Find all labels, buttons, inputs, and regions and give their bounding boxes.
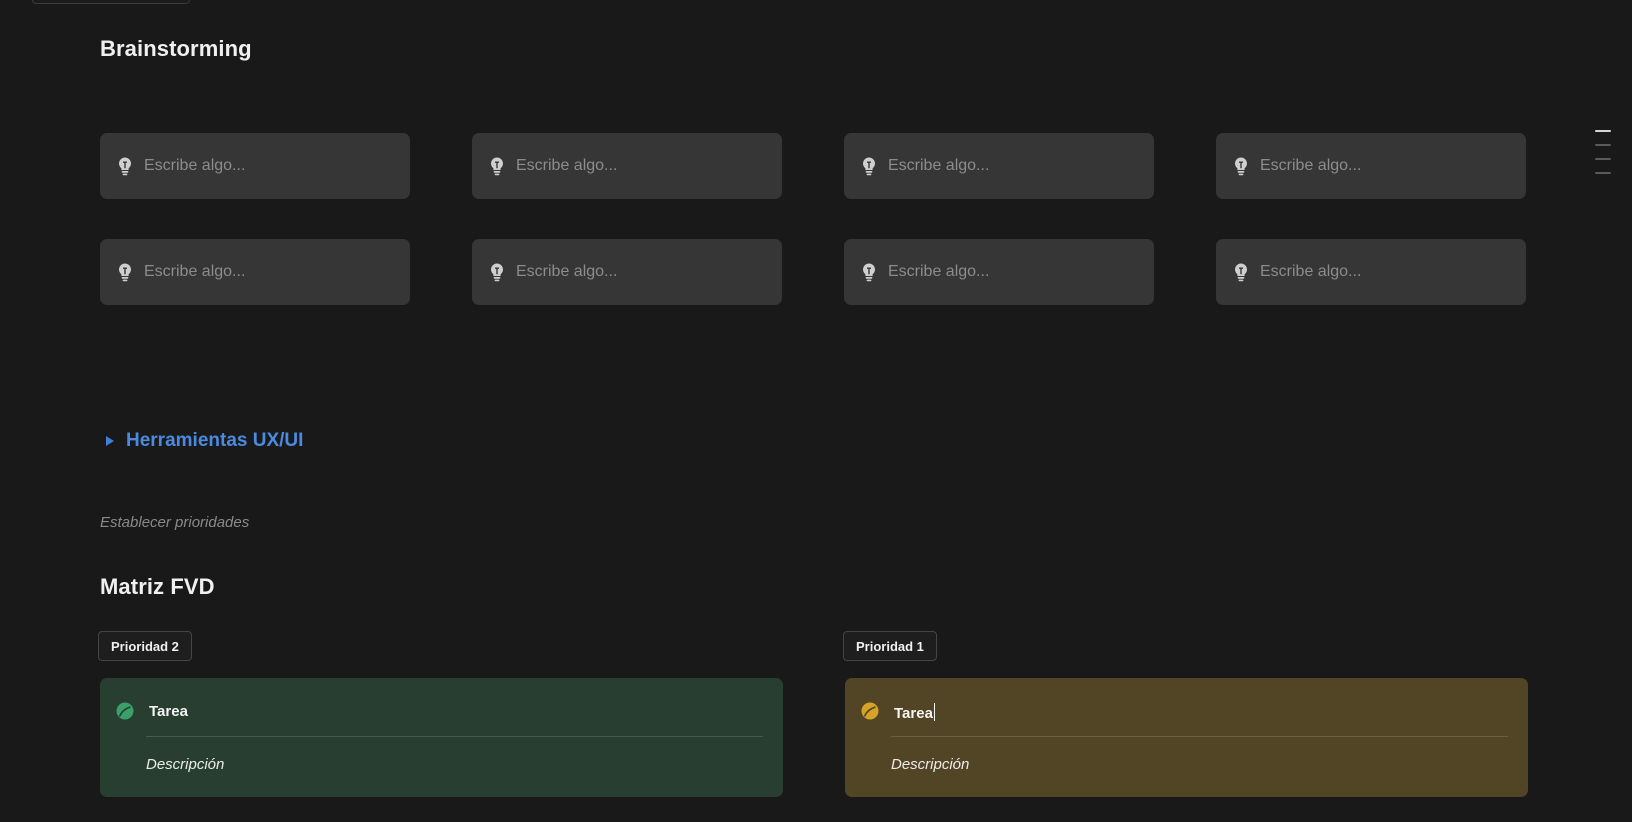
lightbulb-icon: [119, 157, 131, 176]
lightbulb-icon: [119, 263, 131, 282]
idea-card-6[interactable]: Escribe algo...: [472, 239, 782, 305]
idea-card-4[interactable]: Escribe algo...: [1216, 133, 1526, 199]
task-title-text: Tarea: [894, 705, 933, 722]
task-card-priority-2[interactable]: Tarea Descripción: [100, 678, 783, 797]
hint-text: Establecer prioridades: [100, 514, 250, 531]
idea-card-1[interactable]: Escribe algo...: [100, 133, 410, 199]
idea-placeholder: Escribe algo...: [516, 157, 618, 174]
toggle-triangle-icon[interactable]: [106, 436, 114, 446]
task-description[interactable]: Descripción: [146, 756, 224, 773]
task-divider: [146, 736, 763, 737]
lightbulb-icon: [863, 157, 875, 176]
toggle-herramientas-ux-ui[interactable]: Herramientas UX/UI: [106, 430, 303, 452]
priority-badge-1[interactable]: Prioridad 1: [843, 631, 937, 661]
idea-placeholder: Escribe algo...: [1260, 157, 1362, 174]
lightbulb-icon: [1235, 263, 1247, 282]
idea-card-2[interactable]: Escribe algo...: [472, 133, 782, 199]
brainstorming-grid: Escribe algo... Escribe algo... Escribe …: [100, 133, 1528, 305]
leaf-icon: [861, 702, 879, 720]
idea-placeholder: Escribe algo...: [1260, 263, 1362, 280]
task-card-priority-1[interactable]: Tarea Descripción: [845, 678, 1528, 797]
task-divider: [891, 736, 1508, 737]
lightbulb-icon: [863, 263, 875, 282]
notion-page: Brainstorming Escribe algo... Escribe al…: [0, 0, 1632, 822]
task-title-input[interactable]: Tarea: [894, 703, 935, 722]
idea-card-3[interactable]: Escribe algo...: [844, 133, 1154, 199]
lightbulb-icon: [491, 157, 503, 176]
lightbulb-icon: [1235, 157, 1247, 176]
idea-placeholder: Escribe algo...: [516, 263, 618, 280]
idea-placeholder: Escribe algo...: [888, 157, 990, 174]
idea-card-7[interactable]: Escribe algo...: [844, 239, 1154, 305]
heading-matriz-fvd: Matriz FVD: [100, 574, 215, 599]
lightbulb-icon: [491, 263, 503, 282]
idea-placeholder: Escribe algo...: [144, 263, 246, 280]
table-of-contents-minimap[interactable]: [1595, 130, 1611, 186]
toc-line-3[interactable]: [1595, 158, 1611, 160]
top-tab-edge: [32, 0, 190, 4]
text-caret: [933, 703, 935, 721]
idea-card-8[interactable]: Escribe algo...: [1216, 239, 1526, 305]
toc-line-4[interactable]: [1595, 172, 1611, 174]
task-title[interactable]: Tarea: [149, 703, 188, 720]
toc-line-2[interactable]: [1595, 144, 1611, 146]
toc-line-1[interactable]: [1595, 130, 1611, 132]
leaf-icon: [116, 702, 134, 720]
heading-brainstorming: Brainstorming: [100, 36, 252, 61]
priority-badge-2[interactable]: Prioridad 2: [98, 631, 192, 661]
task-description[interactable]: Descripción: [891, 756, 969, 773]
idea-placeholder: Escribe algo...: [888, 263, 990, 280]
toggle-label[interactable]: Herramientas UX/UI: [126, 430, 303, 452]
idea-card-5[interactable]: Escribe algo...: [100, 239, 410, 305]
idea-placeholder: Escribe algo...: [144, 157, 246, 174]
